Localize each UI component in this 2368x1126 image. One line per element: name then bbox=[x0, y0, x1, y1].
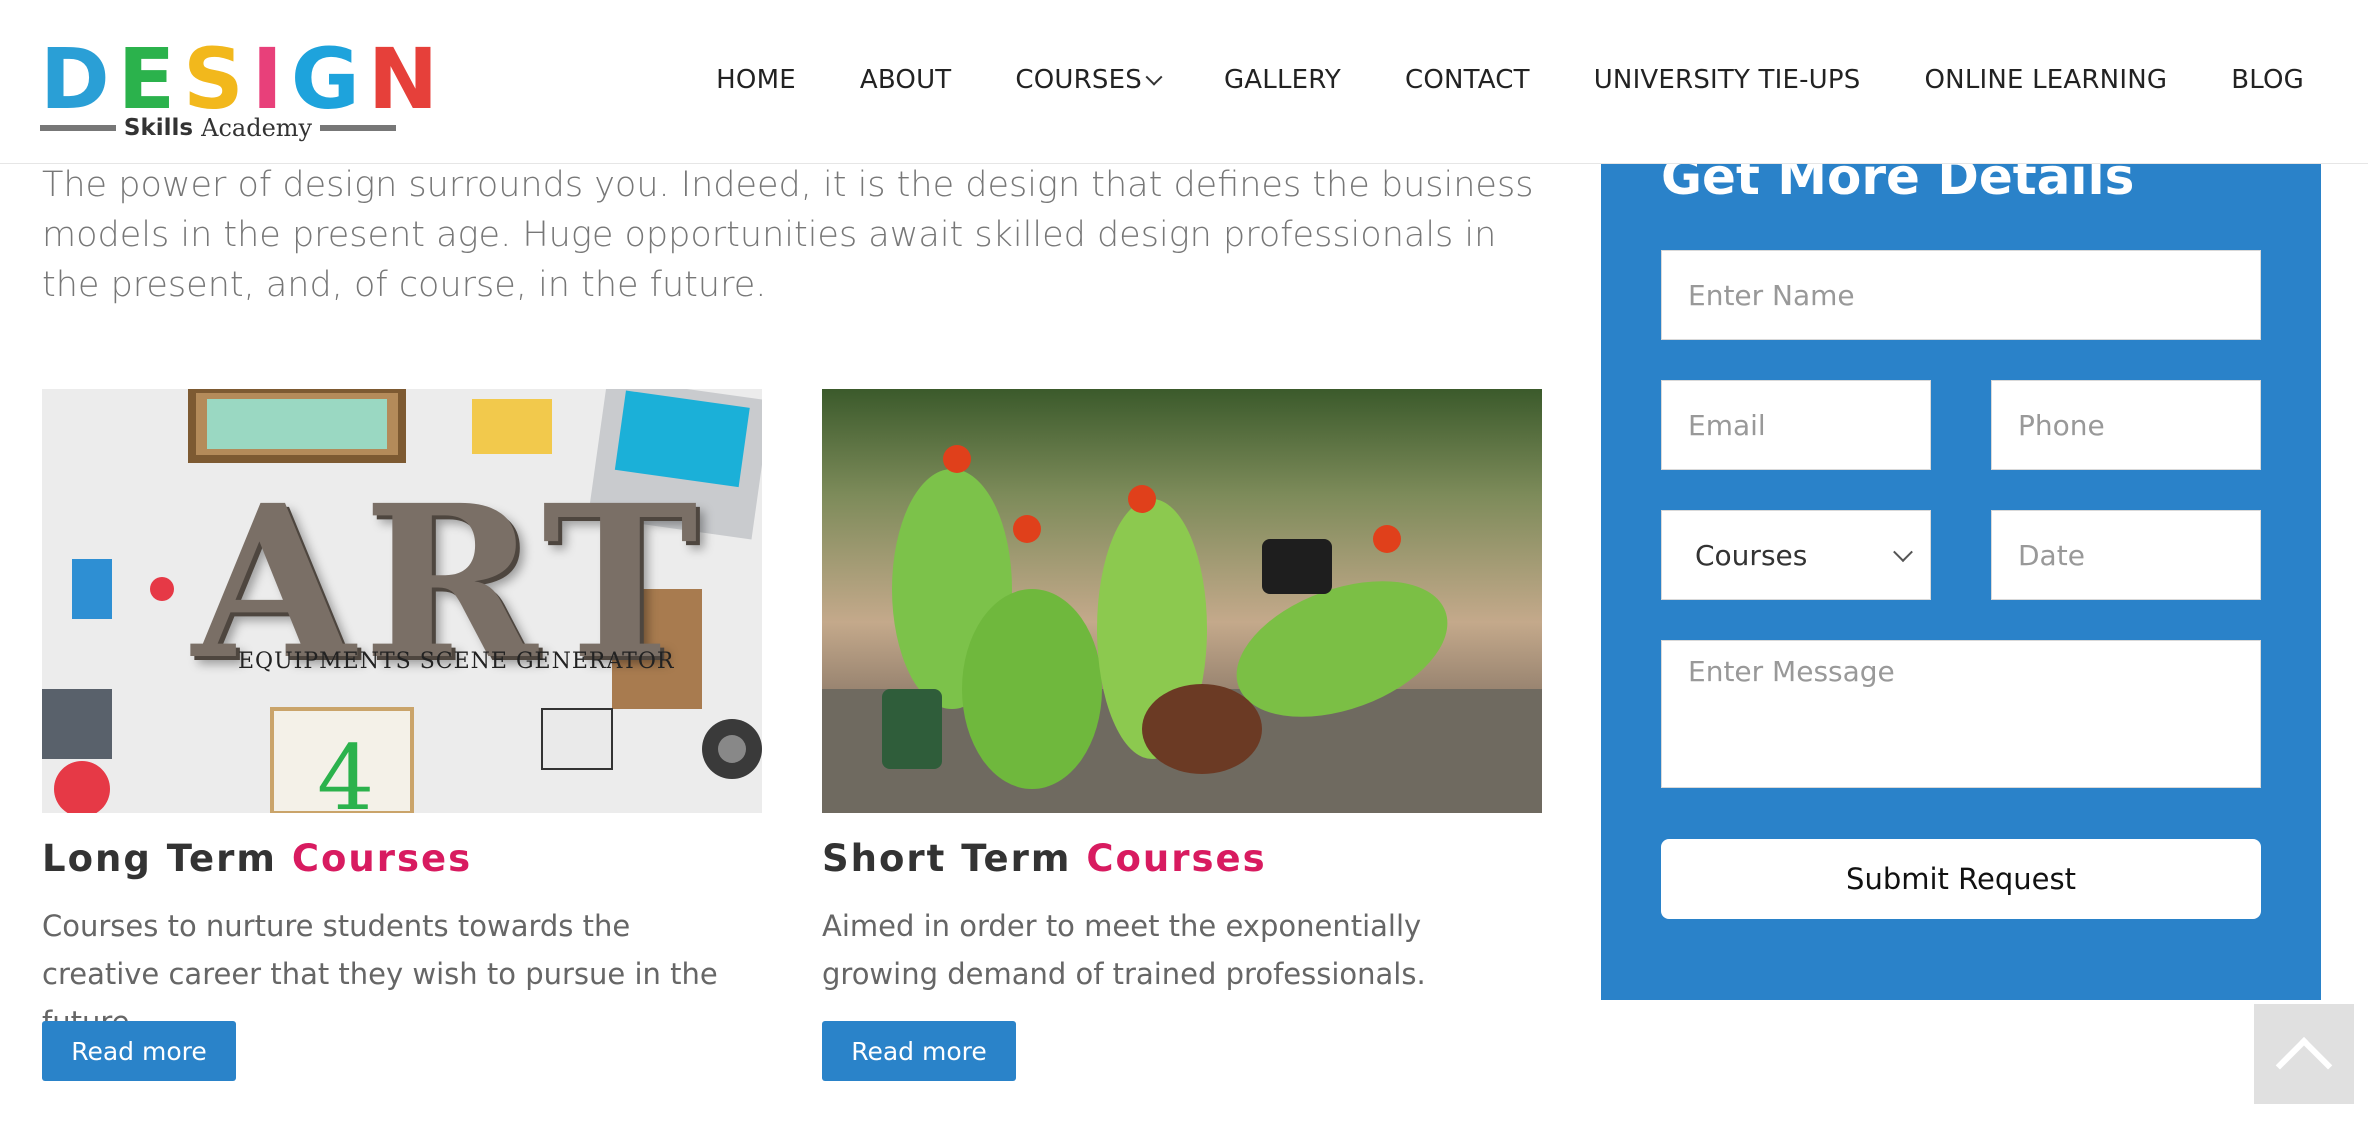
date-input[interactable]: Date bbox=[1991, 510, 2261, 600]
course-title-plain: Short Term bbox=[822, 837, 1072, 880]
nav-contact[interactable]: CONTACT bbox=[1373, 58, 1562, 102]
logo-skills: Skills bbox=[123, 115, 194, 141]
logo[interactable]: D E S I G N Skills Academy bbox=[40, 30, 438, 144]
course-image-frogs[interactable] bbox=[822, 389, 1542, 813]
logo-letter: E bbox=[117, 30, 182, 128]
nav-courses[interactable]: COURSES bbox=[983, 58, 1192, 102]
nav-label: BLOG bbox=[2231, 65, 2304, 95]
nav-online-learning[interactable]: ONLINE LEARNING bbox=[1893, 58, 2200, 102]
nav-about[interactable]: ABOUT bbox=[828, 58, 984, 102]
message-textarea[interactable]: Enter Message bbox=[1661, 640, 2261, 788]
nav-label: COURSES bbox=[1015, 65, 1142, 95]
nav-home[interactable]: HOME bbox=[684, 58, 828, 102]
logo-divider bbox=[320, 125, 397, 131]
nav-blog[interactable]: BLOG bbox=[2199, 58, 2304, 102]
nav-label: GALLERY bbox=[1223, 65, 1341, 95]
logo-wordmark: D E S I G N bbox=[40, 30, 438, 128]
courses-select-value: Courses bbox=[1695, 538, 1808, 572]
nav-gallery[interactable]: GALLERY bbox=[1192, 58, 1373, 102]
chevron-up-icon bbox=[2275, 1037, 2333, 1094]
courses-select[interactable]: Courses bbox=[1661, 510, 1931, 600]
nav-label: ABOUT bbox=[859, 65, 952, 95]
nav-label: HOME bbox=[716, 65, 796, 95]
course-image-art[interactable]: 4 ART EQUIPMENTS SCENE GENERATOR bbox=[42, 389, 762, 813]
nav-label: ONLINE LEARNING bbox=[1924, 65, 2168, 95]
logo-letter: G bbox=[290, 30, 366, 128]
phone-input[interactable]: Phone bbox=[1991, 380, 2261, 470]
art-caption: EQUIPMENTS SCENE GENERATOR bbox=[238, 649, 675, 674]
nav-label: CONTACT bbox=[1404, 65, 1530, 95]
page: D E S I G N Skills Academy HOME ABOUT CO… bbox=[0, 0, 2368, 1126]
course-title-accent: Courses bbox=[291, 837, 473, 880]
svg-text:4: 4 bbox=[317, 726, 374, 813]
main-nav: HOME ABOUT COURSES GALLERY CONTACT UNIVE… bbox=[684, 58, 2304, 102]
intro-text: The power of design surrounds you. Indee… bbox=[42, 165, 1534, 305]
chevron-down-icon bbox=[1145, 68, 1163, 86]
course-title: Long Term Courses bbox=[42, 837, 762, 880]
course-title: Short Term Courses bbox=[822, 837, 1542, 880]
name-input[interactable]: Enter Name bbox=[1661, 250, 2261, 340]
nav-label: UNIVERSITY TIE-UPS bbox=[1593, 65, 1861, 95]
chevron-down-icon bbox=[1893, 542, 1913, 563]
read-more-button-short-term[interactable]: Read more bbox=[822, 1021, 1016, 1081]
site-header: D E S I G N Skills Academy HOME ABOUT CO… bbox=[0, 0, 2368, 164]
course-description: Aimed in order to meet the exponentially… bbox=[822, 909, 1426, 991]
read-more-button-long-term[interactable]: Read more bbox=[42, 1021, 236, 1081]
course-title-accent: Courses bbox=[1086, 837, 1267, 880]
logo-divider bbox=[40, 125, 116, 131]
logo-letter: D bbox=[40, 30, 116, 128]
email-input[interactable]: Email bbox=[1661, 380, 1931, 470]
back-to-top-button[interactable] bbox=[2254, 1004, 2354, 1104]
submit-request-button[interactable]: Submit Request bbox=[1661, 839, 2261, 919]
course-title-plain: Long Term bbox=[42, 837, 277, 880]
nav-university-tie-ups[interactable]: UNIVERSITY TIE-UPS bbox=[1562, 58, 1893, 102]
logo-letter: S bbox=[183, 30, 250, 128]
logo-academy: Academy bbox=[201, 114, 313, 142]
logo-letter: N bbox=[367, 30, 445, 128]
logo-letter: I bbox=[251, 30, 289, 128]
enquiry-form: Get More Details Enter Name Email Phone … bbox=[1601, 148, 2321, 1000]
course-card-short-term: Short Term Courses Aimed in order to mee… bbox=[822, 389, 1542, 998]
frog-decor bbox=[822, 445, 1542, 813]
course-card-long-term: 4 ART EQUIPMENTS SCENE GENERATOR Long Te… bbox=[42, 389, 762, 1046]
logo-subtitle: Skills Academy bbox=[40, 112, 397, 144]
